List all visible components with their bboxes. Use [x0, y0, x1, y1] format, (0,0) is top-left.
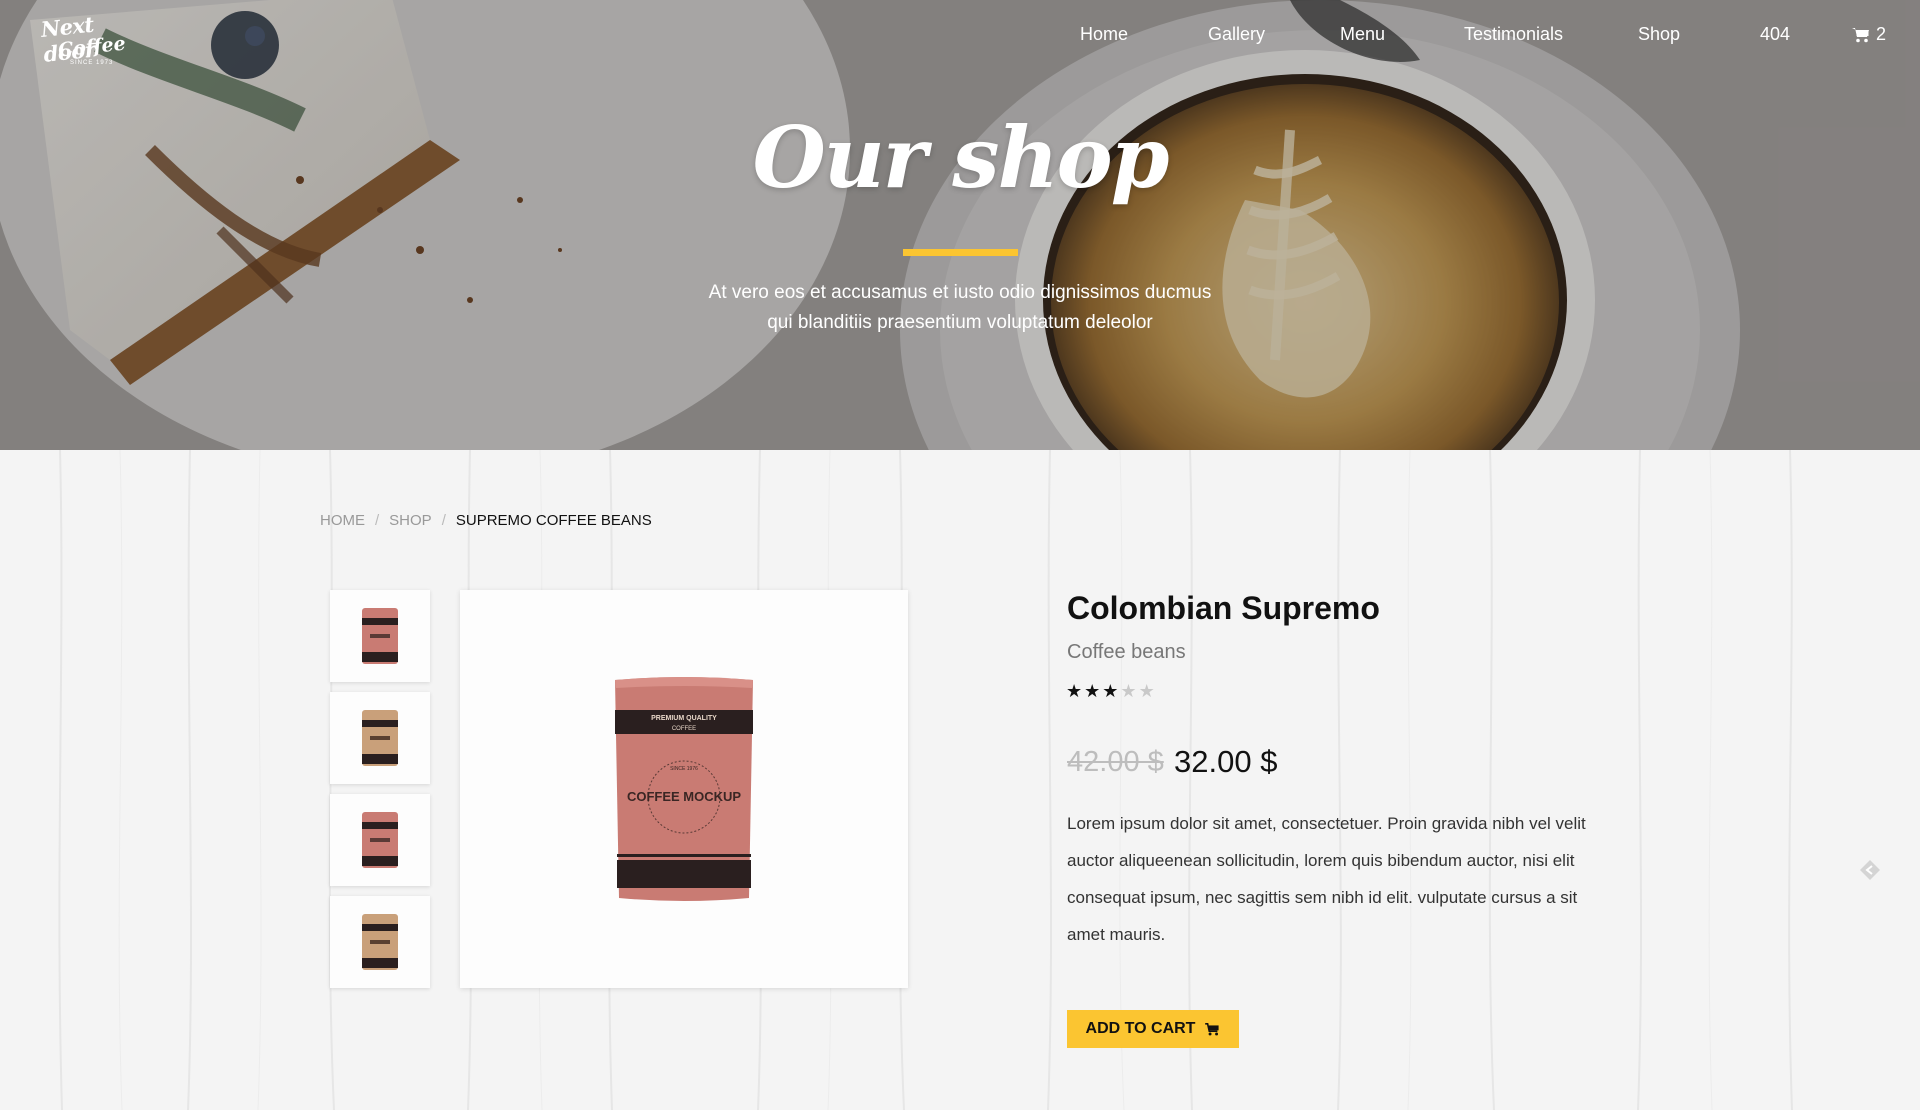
- add-to-cart-button[interactable]: ADD TO CART: [1067, 1010, 1239, 1048]
- coffee-bag-kraft-image: [362, 710, 398, 766]
- nav-item-menu[interactable]: Menu: [1340, 24, 1385, 45]
- add-to-cart-label: ADD TO CART: [1085, 1020, 1196, 1037]
- nav-item-shop[interactable]: Shop: [1638, 24, 1680, 45]
- product-thumbnail-1[interactable]: [330, 590, 430, 682]
- star-icon-filled: ★: [1102, 681, 1119, 701]
- brand-logo[interactable]: Next door Coffee SINCE 1973: [38, 10, 138, 67]
- star-icon-filled: ★: [1066, 681, 1083, 701]
- scroll-arrow-icon[interactable]: [1858, 858, 1882, 882]
- nav-item-home[interactable]: Home: [1080, 24, 1128, 45]
- price-original: 42.00 $: [1067, 746, 1164, 778]
- star-icon-empty: ★: [1120, 681, 1137, 701]
- nav-item-testimonials[interactable]: Testimonials: [1464, 24, 1563, 45]
- product-description: Lorem ipsum dolor sit amet, consectetuer…: [1067, 814, 1586, 944]
- hero-subtitle-line2: qui blanditiis praesentium voluptatum de…: [767, 312, 1153, 333]
- hero-subtitle-line1: At vero eos et accusamus et iusto odio d…: [708, 282, 1212, 303]
- product-title: Colombian Supremo: [1067, 590, 1380, 626]
- page-title: Our shop: [752, 108, 1170, 207]
- nav-item-gallery[interactable]: Gallery: [1208, 24, 1265, 45]
- nav-cart[interactable]: 2: [1852, 24, 1886, 45]
- wood-texture-background: [0, 450, 1920, 1110]
- product-section: HOME / SHOP / SUPREMO COFFEE BEANS PREMI…: [0, 450, 1920, 1110]
- price-sale: 32.00 $: [1174, 744, 1278, 779]
- bag-label-top: PREMIUM QUALITY: [651, 715, 717, 722]
- breadcrumb: HOME / SHOP / SUPREMO COFFEE BEANS: [320, 512, 652, 529]
- product-thumbnail-2[interactable]: [330, 692, 430, 784]
- hero-banner: Next door Coffee SINCE 1973 Home Gallery…: [0, 0, 1920, 450]
- breadcrumb-current: SUPREMO COFFEE BEANS: [455, 512, 652, 529]
- product-main-image[interactable]: PREMIUM QUALITY COFFEE SINCE 1976 COFFEE…: [460, 590, 908, 988]
- bag-label-top2: COFFEE: [672, 726, 696, 732]
- cart-icon: [1205, 1022, 1220, 1035]
- breadcrumb-home[interactable]: HOME: [320, 512, 365, 529]
- product-thumbnail-4[interactable]: [330, 896, 430, 988]
- title-underline: [903, 249, 1018, 256]
- rating-stars: ★ ★ ★ ★ ★: [1066, 682, 1155, 700]
- star-icon-empty: ★: [1138, 681, 1155, 701]
- main-nav: Home Gallery Menu Testimonials Shop 404 …: [1060, 24, 1920, 54]
- bag-label-main: COFFEE MOCKUP: [627, 789, 741, 804]
- coffee-bag-kraft-image: [362, 914, 398, 970]
- breadcrumb-separator: /: [441, 512, 446, 529]
- bag-label-since: SINCE 1976: [670, 766, 698, 772]
- nav-item-404[interactable]: 404: [1760, 24, 1790, 45]
- logo-since: SINCE 1973: [70, 60, 114, 66]
- coffee-bag-pink-image: [362, 608, 398, 664]
- cart-count: 2: [1876, 24, 1887, 44]
- hero-overlay: [0, 0, 1920, 450]
- product-category: Coffee beans: [1067, 641, 1186, 663]
- product-thumbnail-3[interactable]: [330, 794, 430, 886]
- coffee-bag-pink-image: [362, 812, 398, 868]
- breadcrumb-shop[interactable]: SHOP: [389, 512, 432, 529]
- hero-subtitle: At vero eos et accusamus et iusto odio d…: [660, 278, 1260, 338]
- breadcrumb-separator: /: [375, 512, 380, 529]
- coffee-bag-image: PREMIUM QUALITY COFFEE SINCE 1976 COFFEE…: [615, 677, 753, 901]
- star-icon-filled: ★: [1084, 681, 1101, 701]
- cart-icon: [1852, 27, 1870, 43]
